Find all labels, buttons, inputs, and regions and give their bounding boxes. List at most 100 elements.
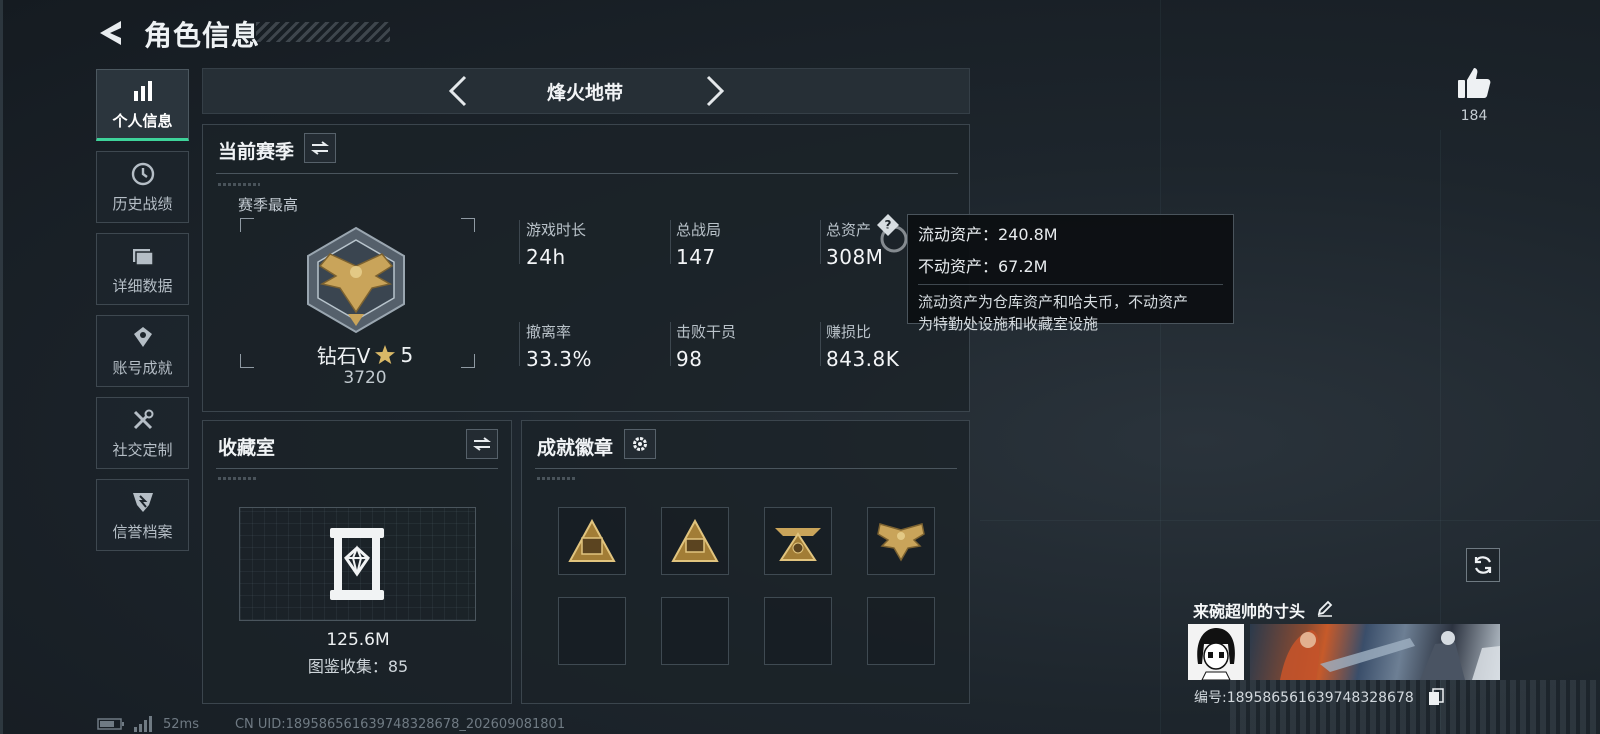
frame-corner (461, 218, 475, 232)
stat-separator (820, 322, 821, 366)
refresh-icon (1474, 556, 1492, 574)
back-arrow-icon[interactable] (96, 18, 126, 48)
avatar-image (1188, 624, 1244, 680)
collection-divider (216, 468, 498, 469)
label-decoration (218, 477, 258, 480)
bg-grid-line (980, 520, 1600, 521)
nav-item-label: 详细数据 (112, 276, 173, 295)
like-count: 184 (1460, 108, 1488, 124)
rank-emblem-icon (307, 226, 405, 334)
touch-indicator-icon (880, 225, 908, 253)
badge-pyramid-58-icon (671, 518, 719, 562)
star-icon (375, 344, 396, 364)
collection-catalog: 图鉴收集：85 (307, 657, 409, 676)
stat-separator (670, 322, 671, 366)
stat-value-profit-ratio: 843.8K (826, 347, 900, 371)
label-decoration (537, 477, 577, 480)
rank-name-row: 钻石V 5 (310, 340, 420, 369)
next-mode-arrow-icon[interactable] (700, 73, 728, 109)
status-bar: 52ms CN UID:18958656163974832867​8_20260… (97, 716, 565, 732)
frame-corner (461, 354, 475, 368)
history-icon (131, 162, 154, 185)
season-swap-button[interactable] (304, 133, 336, 163)
frame-corner (240, 218, 254, 232)
player-id: 编号:18958656163974832867​8 (1194, 690, 1414, 706)
achievement-icon (133, 326, 152, 347)
thumbs-up-icon[interactable] (1456, 66, 1492, 100)
signal-icon (134, 716, 152, 732)
badge-slot-empty[interactable] (867, 597, 935, 665)
badges-divider (535, 468, 957, 469)
badge-slot[interactable] (867, 507, 935, 575)
stat-separator (670, 220, 671, 264)
tooltip-description-line2: 为特勤处设施和收藏室设施 (918, 315, 1099, 333)
player-name: 来碗超帅的寸头 (1193, 602, 1306, 621)
nav-item-label: 历史战绩 (112, 194, 173, 213)
folder-icon (132, 248, 154, 266)
nav-item-achievements[interactable]: 账号成就 (96, 315, 189, 387)
rank-name: 钻石V (316, 344, 371, 368)
refresh-button[interactable] (1466, 548, 1500, 582)
bar-chart-icon (133, 80, 152, 101)
badge-pyramid-icon (568, 518, 616, 562)
stat-value-playtime: 24h (526, 245, 566, 269)
reputation-icon (132, 492, 153, 512)
mode-name: 烽火地带 (546, 82, 623, 104)
prev-mode-arrow-icon[interactable] (445, 73, 473, 109)
collection-title: 收藏室 (218, 437, 276, 459)
season-title: 当前赛季 (218, 141, 295, 163)
tooltip-fixed-assets: 不动资产：67.2M (918, 253, 1223, 285)
badges-settings-button[interactable] (624, 429, 656, 459)
badge-slot[interactable] (764, 507, 832, 575)
ping-value: 52ms (163, 716, 199, 732)
label-decoration (218, 183, 260, 186)
nav-item-label: 账号成就 (112, 358, 173, 377)
season-best-label: 赛季最高 (238, 196, 299, 214)
uid-text: CN UID:18958656163974832867​8_2026090818… (234, 716, 566, 732)
bg-grid-line (1160, 0, 1161, 734)
nav-item-detailed-data[interactable]: 详细数据 (96, 233, 189, 305)
stat-separator (820, 220, 821, 264)
stat-value-extract-rate: 33.3% (526, 347, 593, 371)
avatar[interactable] (1188, 624, 1244, 680)
tooltip-liquid-assets: 流动资产：240.8M (918, 225, 1058, 244)
profile-banner[interactable] (1250, 624, 1500, 680)
tools-icon (133, 409, 153, 429)
stat-label-extract-rate: 撤离率 (526, 323, 572, 341)
nav-item-label: 信誉档案 (112, 522, 173, 541)
stat-label-playtime: 游戏时长 (526, 221, 587, 239)
stat-label-total-matches: 总战局 (676, 221, 722, 239)
stat-separator (519, 322, 520, 366)
rank-score: 3720 (343, 368, 387, 388)
nav-item-social-custom[interactable]: 社交定制 (96, 397, 189, 469)
badge-eagle-icon (877, 523, 925, 562)
stat-label-profit-ratio: 赚损比 (826, 323, 872, 341)
nav-item-reputation[interactable]: 信誉档案 (96, 479, 189, 551)
badge-slot[interactable] (661, 507, 729, 575)
stat-separator (519, 220, 520, 264)
collection-value: 125.6M (326, 630, 390, 650)
badge-slot-empty[interactable] (558, 597, 626, 665)
edit-icon[interactable] (1316, 599, 1334, 617)
badge-slot[interactable] (558, 507, 626, 575)
battery-icon (97, 718, 124, 730)
badge-slot-empty[interactable] (661, 597, 729, 665)
stat-value-kills: 98 (676, 347, 703, 371)
nav-item-personal-info[interactable]: 个人信息 (96, 69, 189, 141)
badge-crown-icon (775, 528, 821, 561)
collection-swap-button[interactable] (466, 429, 498, 459)
nav-item-label: 社交定制 (112, 440, 173, 459)
assets-tooltip: 流动资产：240.8M 不动资产：67.2M 流动资产为仓库资产和哈夫币，不动资… (907, 214, 1234, 333)
page-title: 角色信息 (144, 19, 261, 52)
gear-icon (633, 437, 647, 451)
banner-artwork (1280, 630, 1500, 680)
badges-title: 成就徽章 (537, 437, 614, 459)
copy-icon[interactable] (1428, 688, 1444, 706)
stat-value-total-matches: 147 (676, 245, 716, 269)
frame-corner (240, 354, 254, 368)
tooltip-description-line1: 流动资产为仓库资产和哈夫币，不动资产 (918, 293, 1189, 311)
badge-slot-empty[interactable] (764, 597, 832, 665)
swap-icon (473, 437, 491, 451)
swap-icon (311, 141, 329, 155)
nav-item-history[interactable]: 历史战绩 (96, 151, 189, 223)
